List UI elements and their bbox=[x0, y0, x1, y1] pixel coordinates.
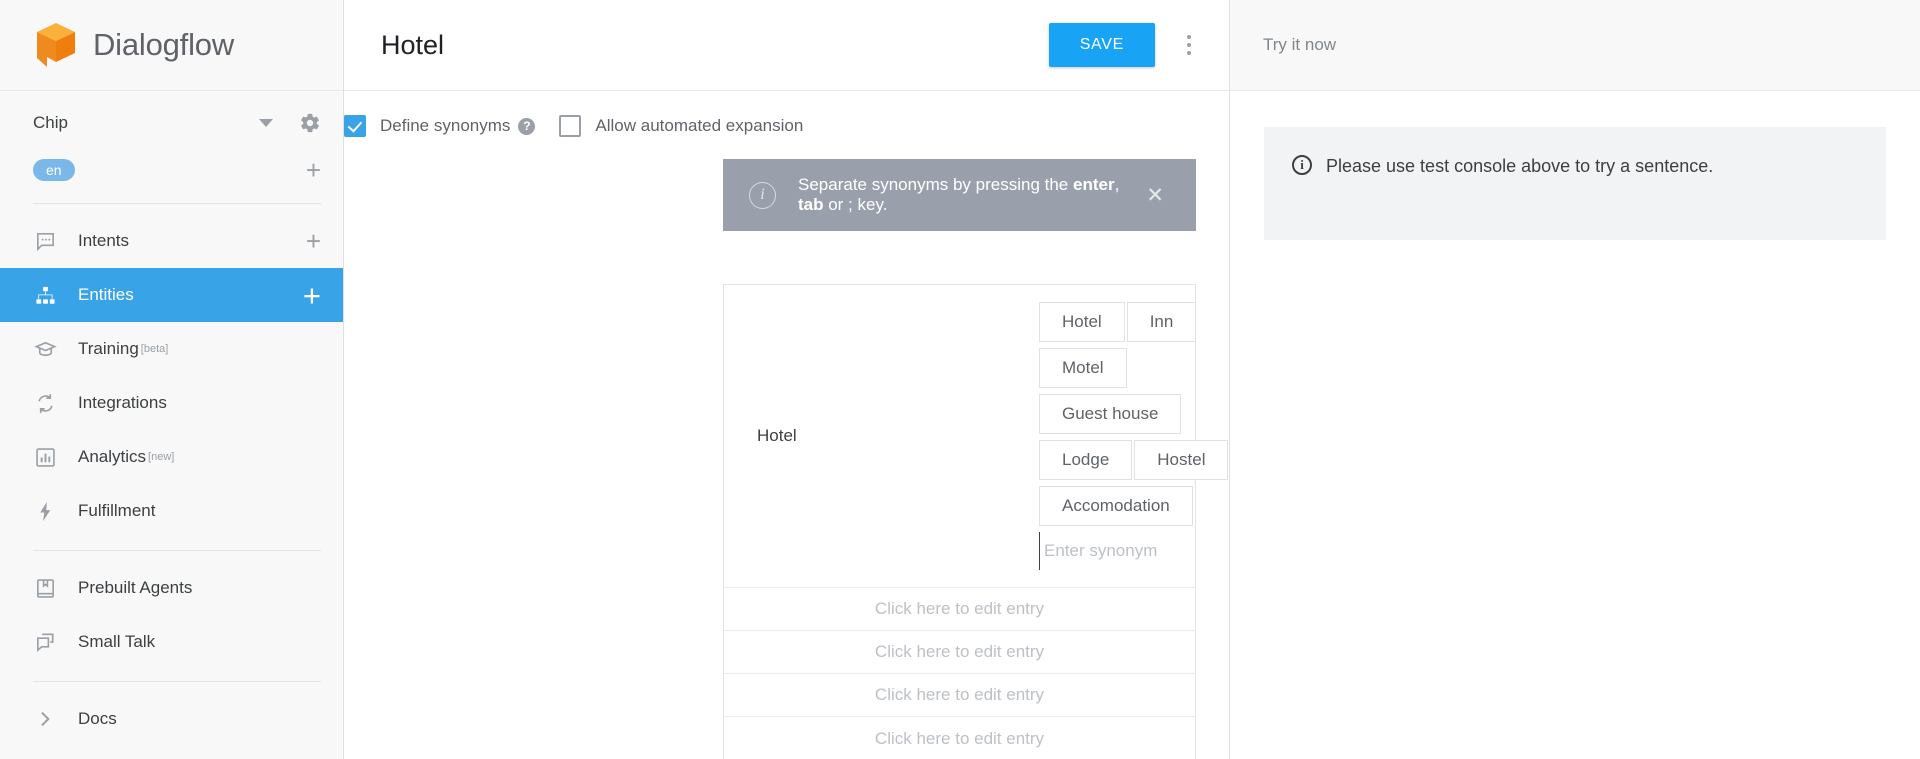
language-row: en + bbox=[0, 149, 343, 191]
book-bookmark-icon bbox=[33, 576, 57, 600]
synonym-chip[interactable]: Inn bbox=[1127, 302, 1197, 342]
kebab-dot bbox=[1187, 51, 1191, 55]
try-it-now-body: i Please use test console above to try a… bbox=[1230, 91, 1920, 759]
sync-arrows-icon bbox=[33, 391, 57, 415]
close-x-icon[interactable]: ✕ bbox=[1136, 181, 1174, 210]
hierarchy-icon bbox=[33, 283, 57, 307]
sidebar-item-forum[interactable]: Forum bbox=[0, 746, 343, 759]
lightning-bolt-icon bbox=[33, 499, 57, 523]
try-it-now-panel: Try it now i Please use test console abo… bbox=[1230, 0, 1920, 759]
speech-bubbles-icon bbox=[33, 630, 57, 654]
sidebar-item-label: Integrations bbox=[78, 393, 167, 413]
entity-title-input[interactable]: Hotel bbox=[377, 28, 1049, 63]
empty-entry-row[interactable]: Click here to edit entry bbox=[724, 631, 1195, 674]
synonym-chip[interactable]: Lodge bbox=[1039, 440, 1132, 480]
empty-entry-row[interactable]: Click here to edit entry bbox=[724, 717, 1195, 759]
banner-key-enter: enter bbox=[1073, 175, 1115, 194]
kebab-menu-icon[interactable] bbox=[1169, 25, 1209, 65]
sidebar-item-badge: [new] bbox=[148, 451, 174, 463]
synonym-input[interactable] bbox=[1039, 532, 1229, 570]
banner-text-after: or ; key. bbox=[824, 195, 888, 214]
info-circle-icon: i bbox=[749, 182, 776, 209]
main-body: Define synonyms ? Allow automated expans… bbox=[344, 91, 1229, 759]
sidebar-item-intents[interactable]: Intents + bbox=[0, 214, 343, 268]
info-banner: i Separate synonyms by pressing the ente… bbox=[723, 159, 1196, 231]
add-language-icon[interactable]: + bbox=[306, 157, 321, 183]
main-content: Hotel SAVE Define synonyms ? Allow autom… bbox=[344, 0, 1230, 759]
gear-icon[interactable] bbox=[299, 112, 321, 134]
synonym-chip[interactable]: Hostel bbox=[1134, 440, 1228, 480]
sidebar-item-label: Intents bbox=[78, 231, 129, 251]
sidebar-item-fulfillment[interactable]: Fulfillment bbox=[0, 484, 343, 538]
bar-chart-icon bbox=[33, 445, 57, 469]
chat-bubble-icon bbox=[33, 229, 57, 253]
synonym-chip[interactable]: Motel bbox=[1039, 348, 1127, 388]
synonym-chip[interactable]: Accomodation bbox=[1039, 486, 1193, 526]
entities-table: Hotel Hotel Inn Motel Guest house Lodge … bbox=[723, 284, 1196, 759]
banner-text-mid: , bbox=[1115, 175, 1120, 194]
try-it-now-header[interactable]: Try it now bbox=[1230, 0, 1920, 91]
save-button[interactable]: SAVE bbox=[1049, 23, 1155, 67]
sidebar-item-analytics[interactable]: Analytics [new] bbox=[0, 430, 343, 484]
sidebar-item-entities[interactable]: Entities + bbox=[0, 268, 343, 322]
entity-options-row: Define synonyms ? Allow automated expans… bbox=[344, 91, 1229, 159]
empty-entry-row[interactable]: Click here to edit entry bbox=[724, 588, 1195, 631]
try-it-now-title: Try it now bbox=[1263, 35, 1336, 55]
sidebar-item-badge: [beta] bbox=[141, 343, 169, 355]
sidebar-item-small-talk[interactable]: Small Talk bbox=[0, 615, 343, 669]
add-intent-icon[interactable]: + bbox=[306, 228, 321, 254]
define-synonyms-group[interactable]: Define synonyms ? bbox=[344, 115, 535, 137]
info-banner-text: Separate synonyms by pressing the enter,… bbox=[798, 175, 1136, 215]
allow-automated-expansion-label: Allow automated expansion bbox=[595, 116, 803, 136]
chevron-right-icon bbox=[33, 707, 57, 731]
agent-selector[interactable]: Chip bbox=[0, 97, 343, 149]
chevron-down-icon[interactable] bbox=[259, 119, 273, 127]
brand-header[interactable]: Dialogflow bbox=[0, 0, 343, 91]
entry-reference-value[interactable]: Hotel bbox=[724, 426, 1038, 446]
sidebar-item-integrations[interactable]: Integrations bbox=[0, 376, 343, 430]
agent-name: Chip bbox=[33, 113, 259, 133]
help-circle-icon[interactable]: ? bbox=[518, 118, 535, 135]
define-synonyms-checkbox[interactable] bbox=[344, 115, 366, 137]
sidebar: Dialogflow Chip en + bbox=[0, 0, 344, 759]
empty-entry-row[interactable]: Click here to edit entry bbox=[724, 674, 1195, 717]
sidebar-item-label: Docs bbox=[78, 709, 117, 729]
try-it-now-notice: i Please use test console above to try a… bbox=[1264, 127, 1886, 240]
kebab-dot bbox=[1187, 35, 1191, 39]
sidebar-divider-2 bbox=[33, 550, 321, 551]
try-it-now-notice-text: Please use test console above to try a s… bbox=[1326, 153, 1713, 179]
brand-name: Dialogflow bbox=[93, 27, 234, 63]
sidebar-divider-1 bbox=[33, 203, 321, 204]
allow-automated-expansion-checkbox[interactable] bbox=[559, 115, 581, 137]
dialogflow-cube-logo bbox=[33, 21, 79, 69]
sidebar-item-training[interactable]: Training [beta] bbox=[0, 322, 343, 376]
sidebar-item-label: Analytics bbox=[78, 447, 146, 467]
graduation-cap-icon bbox=[33, 337, 57, 361]
sidebar-item-label: Training bbox=[78, 339, 139, 359]
sidebar-item-label: Small Talk bbox=[78, 632, 155, 652]
define-synonyms-label: Define synonyms bbox=[380, 116, 510, 136]
banner-text-before: Separate synonyms by pressing the bbox=[798, 175, 1073, 194]
sidebar-divider-3 bbox=[33, 681, 321, 682]
allow-automated-expansion-group[interactable]: Allow automated expansion bbox=[559, 115, 803, 137]
add-entity-icon[interactable]: + bbox=[303, 280, 321, 311]
synonym-chips: Hotel Inn Motel Guest house Lodge Hostel… bbox=[1038, 299, 1229, 573]
info-circle-icon: i bbox=[1292, 155, 1312, 175]
banner-key-tab: tab bbox=[798, 195, 824, 214]
synonym-chip[interactable]: Guest house bbox=[1039, 394, 1181, 434]
sidebar-item-label: Fulfillment bbox=[78, 501, 155, 521]
synonym-chip[interactable]: Hotel bbox=[1039, 302, 1125, 342]
sidebar-item-label: Entities bbox=[78, 285, 134, 305]
sidebar-item-label: Prebuilt Agents bbox=[78, 578, 192, 598]
app-root: Dialogflow Chip en + bbox=[0, 0, 1920, 759]
sidebar-item-docs[interactable]: Docs bbox=[0, 692, 343, 746]
language-chip-en[interactable]: en bbox=[33, 159, 75, 181]
kebab-dot bbox=[1187, 43, 1191, 47]
table-row: Hotel Hotel Inn Motel Guest house Lodge … bbox=[724, 285, 1195, 588]
sidebar-item-prebuilt-agents[interactable]: Prebuilt Agents bbox=[0, 561, 343, 615]
main-header: Hotel SAVE bbox=[344, 0, 1229, 91]
